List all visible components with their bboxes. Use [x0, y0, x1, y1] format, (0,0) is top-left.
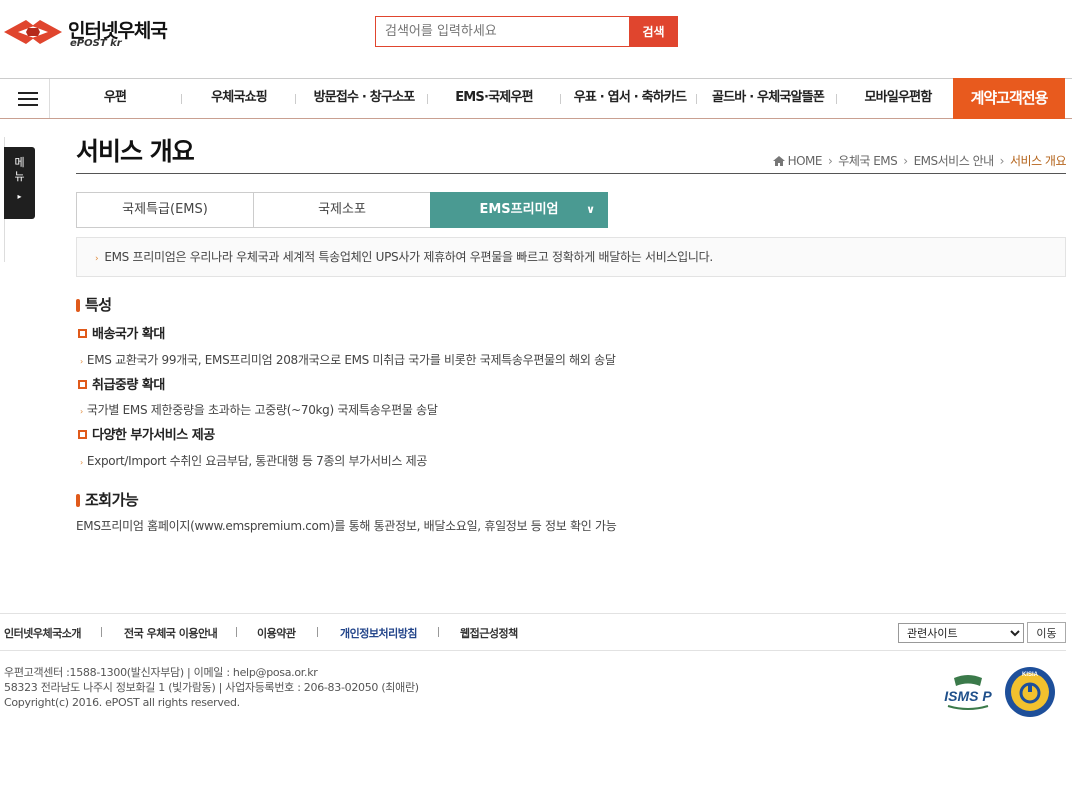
feature-title: 취급중량 확대: [78, 374, 165, 393]
footer-info: 우편고객센터 :1588-1300(발신자부담) | 이메일 : help@po…: [4, 665, 419, 710]
gnb-divider: [696, 94, 697, 104]
breadcrumb-home[interactable]: HOME: [788, 154, 823, 168]
related-sites-select[interactable]: 관련사이트: [898, 623, 1024, 643]
footer-copyright: Copyright(c) 2016. ePOST all rights rese…: [4, 696, 240, 709]
footer-link-guide[interactable]: 전국 우체국 이용안내: [124, 625, 218, 641]
square-bullet-icon: [78, 329, 87, 338]
feature-title: 배송국가 확대: [78, 323, 165, 342]
breadcrumb-current: 서비스 개요: [1009, 154, 1067, 168]
breadcrumb-ems[interactable]: 우체국 EMS: [838, 154, 898, 168]
section-bar-icon: [76, 299, 80, 312]
square-bullet-icon: [78, 380, 87, 389]
gnb-item-mobile-mailbox[interactable]: 모바일우편함: [856, 79, 940, 118]
feature-desc: › EMS 교환국가 99개국, EMS프리미엄 208개국으로 EMS 미취급 …: [80, 353, 616, 367]
gnb-item-stamps[interactable]: 우표 · 엽서 · 축하카드: [568, 79, 692, 118]
gnb-item-post[interactable]: 우편: [93, 79, 137, 118]
gnb-item-goldbar[interactable]: 골드바 · 우체국알뜰폰: [706, 79, 830, 118]
feature-title: 다양한 부가서비스 제공: [78, 424, 215, 443]
chevron-right-icon: ›: [903, 154, 908, 168]
gnb-divider: [181, 94, 182, 104]
side-menu-toggle[interactable]: 메 뉴 ▸: [4, 147, 35, 219]
gnb-divider: [560, 94, 561, 104]
search-input[interactable]: [375, 16, 630, 47]
breadcrumb: HOME › 우체국 EMS › EMS서비스 안내 › 서비스 개요: [772, 152, 1067, 169]
gnb-item-ems[interactable]: EMS·국제우편: [447, 79, 541, 118]
search-button[interactable]: 검색: [629, 16, 678, 47]
hamburger-icon: [17, 91, 38, 106]
move-button[interactable]: 이동: [1027, 622, 1066, 643]
gnb-divider: [295, 94, 296, 104]
chevron-right-icon: ›: [827, 154, 833, 168]
all-menu-button[interactable]: [6, 79, 50, 118]
cert2-label: KISIA: [1022, 672, 1039, 678]
footer-link-accessibility[interactable]: 웹접근성정책: [460, 625, 518, 641]
footer-divider: [236, 627, 237, 637]
cert1-label: ISMS P: [944, 688, 992, 704]
inquiry-heading: 조회가능: [76, 489, 139, 510]
footer-divider: [317, 627, 318, 637]
feature-desc: › Export/Import 수취인 요금부담, 통관대행 등 7종의 부가서비…: [80, 454, 428, 468]
title-divider: [76, 173, 1066, 174]
header: 인터넷우체국 ePOST kr 검색: [0, 0, 1072, 78]
home-icon: [772, 156, 785, 166]
bullet-icon: ›: [80, 357, 83, 366]
tab-ems-premium-label: EMS프리미엄: [479, 202, 559, 217]
gnb-item-shopping[interactable]: 우체국쇼핑: [200, 79, 278, 118]
page-title: 서비스 개요: [76, 137, 195, 166]
footer-link-terms[interactable]: 이용약관: [257, 625, 296, 641]
isms-p-cert-icon: ISMS P: [944, 675, 992, 710]
main-navigation: 우편 우체국쇼핑 방문접수 · 창구소포 EMS·국제우편 우표 · 엽서 · …: [0, 78, 1072, 119]
square-bullet-icon: [78, 430, 87, 439]
gnb-item-visit-pickup[interactable]: 방문접수 · 창구소포: [305, 79, 423, 118]
bullet-icon: ›: [80, 458, 83, 467]
footer-links-bar: 인터넷우체국소개 전국 우체국 이용안내 이용약관 개인정보처리방침 웹접근성정…: [0, 613, 1066, 651]
contract-customer-button[interactable]: 계약고객전용: [953, 78, 1065, 119]
section-bar-icon: [76, 494, 80, 507]
feature-desc: › 국가별 EMS 제한중량을 초과하는 고중량(~70kg) 국제특송우편물 송…: [80, 403, 438, 417]
bullet-icon: ›: [80, 407, 83, 416]
gnb-divider: [427, 94, 428, 104]
side-menu-label-2: 뉴: [14, 170, 25, 183]
footer-address: 58323 전라남도 나주시 정보화길 1 (빛가람동) | 사업자등록번호 :…: [4, 681, 419, 694]
chevron-right-icon: ›: [999, 154, 1005, 168]
kisia-cert-icon: KISIA: [1005, 667, 1055, 717]
tab-ems-premium[interactable]: EMS프리미엄 ∨: [430, 192, 608, 228]
logo-subtitle: ePOST kr: [70, 38, 122, 49]
breadcrumb-ems-service[interactable]: EMS서비스 안내: [914, 154, 995, 168]
caret-right-icon: ▸: [17, 192, 22, 201]
side-menu-label-1: 메: [14, 156, 25, 169]
footer-link-privacy[interactable]: 개인정보처리방침: [340, 625, 417, 641]
intro-box: › EMS 프리미엄은 우리나라 우체국과 세계적 특송업체인 UPS사가 제휴하…: [76, 237, 1066, 277]
epost-logo-icon: [4, 20, 62, 44]
gnb-divider: [836, 94, 837, 104]
search-box: 검색: [375, 16, 678, 47]
footer-contact: 우편고객센터 :1588-1300(발신자부담) | 이메일 : help@po…: [4, 666, 318, 679]
inquiry-desc: EMS프리미엄 홈페이지(www.emspremium.com)를 통해 통관정…: [76, 519, 617, 533]
epost-logo[interactable]: 인터넷우체국 ePOST kr: [4, 16, 174, 50]
chevron-down-icon: ∨: [586, 203, 595, 216]
service-tabs: 국제특급(EMS) 국제소포 EMS프리미엄 ∨: [76, 192, 608, 228]
features-heading: 특성: [76, 294, 112, 315]
footer-link-about[interactable]: 인터넷우체국소개: [4, 625, 81, 641]
footer-divider: [101, 627, 102, 637]
bullet-icon: ›: [95, 254, 99, 264]
tab-ems[interactable]: 국제특급(EMS): [76, 192, 254, 228]
tab-parcel[interactable]: 국제소포: [253, 192, 431, 228]
intro-text: EMS 프리미엄은 우리나라 우체국과 세계적 특송업체인 UPS사가 제휴하여…: [104, 250, 713, 264]
footer-divider: [438, 627, 439, 637]
